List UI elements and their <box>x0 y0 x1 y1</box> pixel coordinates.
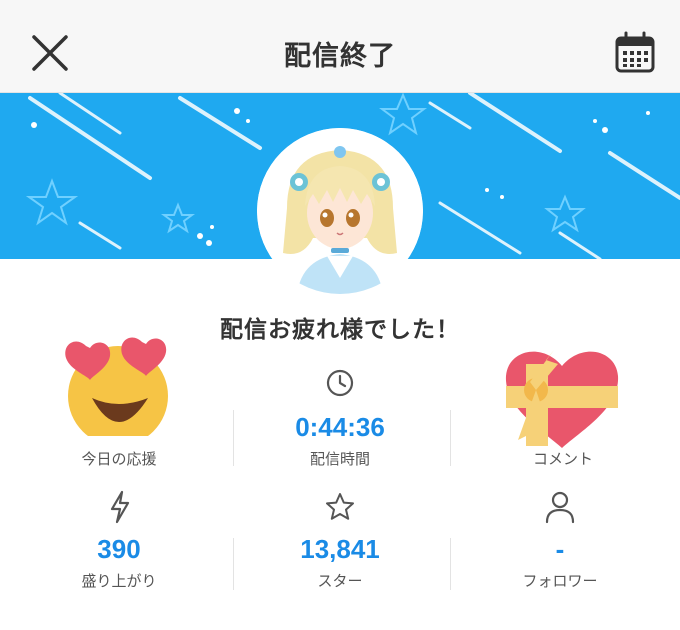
calendar-icon[interactable] <box>612 30 658 76</box>
page-title: 配信終了 <box>284 41 396 72</box>
stat-comments[interactable]: コメント <box>450 336 676 470</box>
lightning-icon <box>110 490 130 524</box>
stat-stars[interactable]: 13,841 スター <box>227 490 453 600</box>
stat-cheer[interactable]: 今日の応援 <box>6 336 232 470</box>
stat-label: コメント <box>532 450 593 468</box>
stat-label: 盛り上がり <box>81 572 157 590</box>
stat-value: 390 <box>97 534 141 564</box>
stat-value: 13,841 <box>300 534 380 564</box>
stat-label: 配信時間 <box>309 450 370 468</box>
clock-icon <box>326 369 354 397</box>
heart-eyes-emoji-icon <box>65 337 168 436</box>
stat-label: スター <box>317 572 363 590</box>
stat-followers[interactable]: - フォロワー <box>447 490 673 600</box>
stat-label: フォロワー <box>522 572 598 590</box>
stat-duration[interactable]: 0:44:36 配信時間 <box>227 366 453 470</box>
person-icon <box>545 491 575 524</box>
stat-value: - <box>555 534 565 564</box>
stat-excitement[interactable]: 390 盛り上がり <box>6 490 232 600</box>
stat-value: 0:44:36 <box>295 412 385 442</box>
star-icon <box>326 493 354 520</box>
top-bar: 配信終了 <box>0 0 680 93</box>
gift-heart-icon <box>505 350 619 448</box>
stat-label: 今日の応援 <box>81 450 157 468</box>
streamer-avatar <box>257 128 423 294</box>
